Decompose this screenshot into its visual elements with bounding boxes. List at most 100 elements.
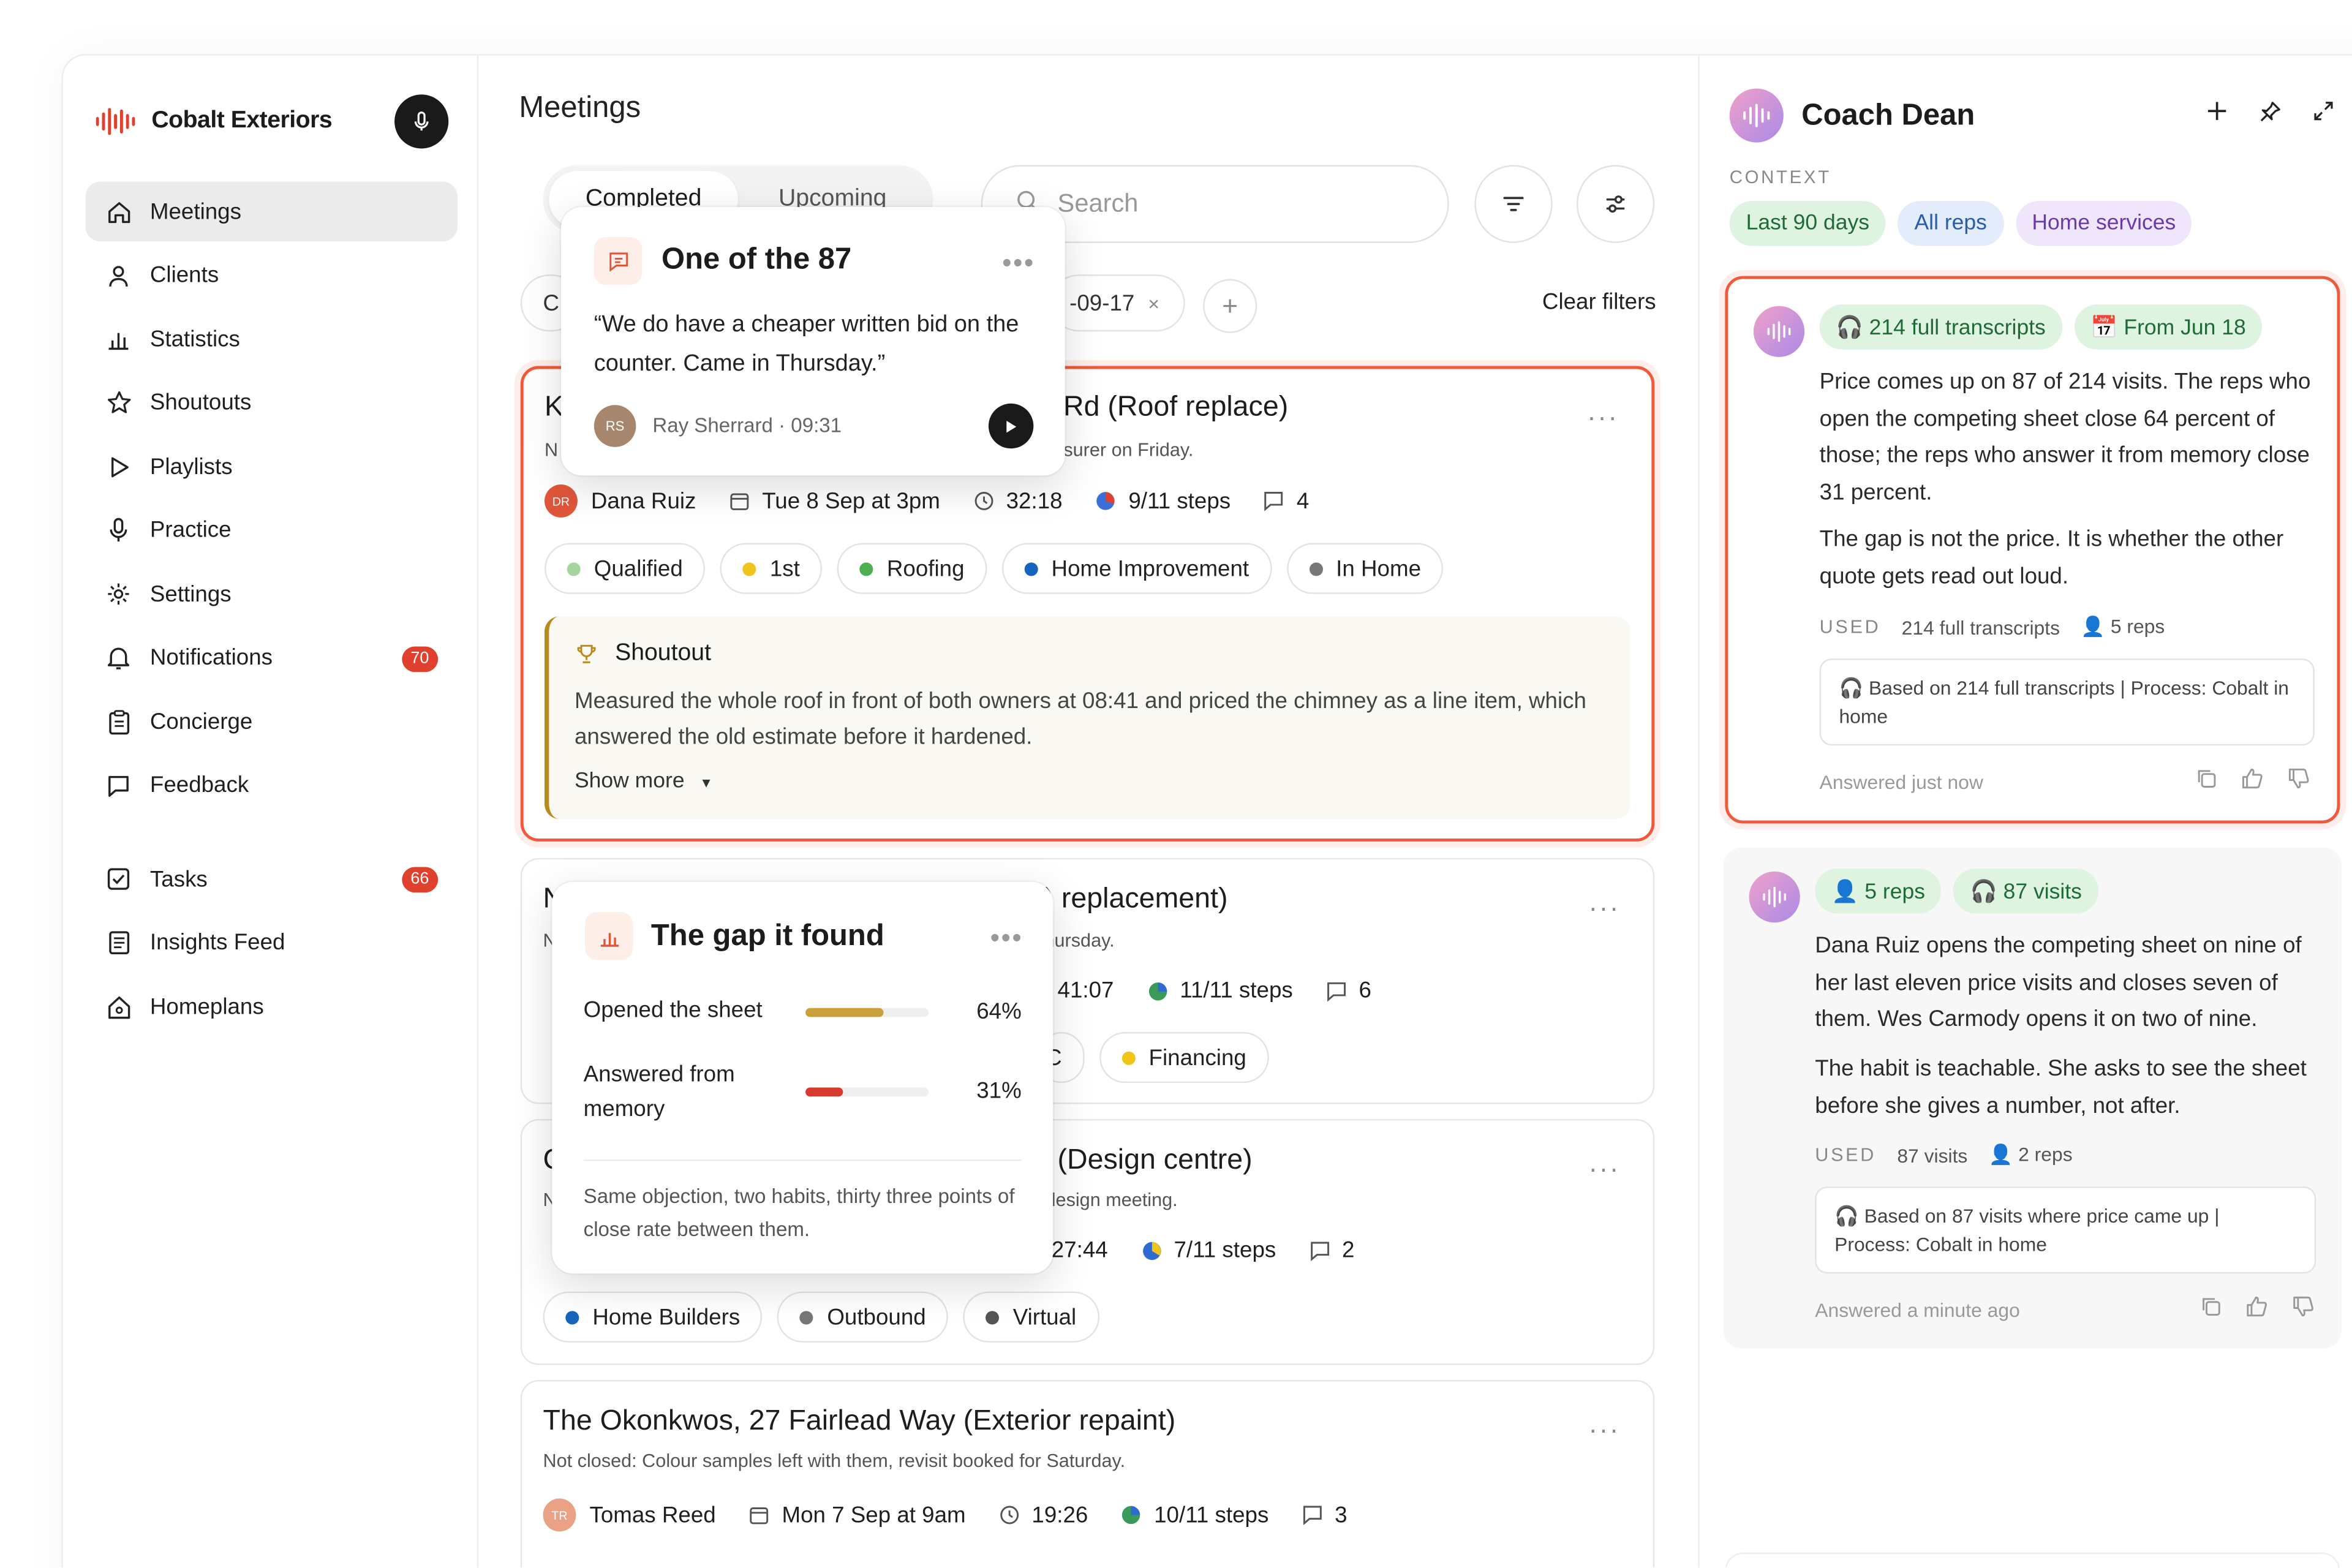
tag[interactable]: Home Improvement [1001, 543, 1272, 594]
clock-icon [973, 491, 994, 511]
bar-chart-icon [585, 911, 633, 960]
tag-dot [859, 562, 873, 576]
coach-answer: 🎧 214 full transcripts 📅 From Jun 18 Pri… [1725, 276, 2340, 824]
tag[interactable]: 1st [720, 543, 823, 594]
play-button[interactable] [988, 403, 1034, 449]
sidebar-item-meetings[interactable]: Meetings [85, 181, 458, 242]
trophy-icon [577, 644, 596, 663]
settings-sliders-button[interactable] [1576, 165, 1655, 243]
notification-count-badge: 70 [401, 646, 439, 671]
plus-icon[interactable] [2190, 100, 2244, 123]
source-pill[interactable]: 📅 From Jun 18 [2074, 304, 2263, 350]
copy-icon[interactable] [2196, 768, 2217, 789]
meeting-tags: C Financing [1038, 1031, 1284, 1084]
more-options-icon[interactable]: ••• [1002, 247, 1035, 279]
source-box[interactable]: 🎧 Based on 214 full transcripts | Proces… [1819, 658, 2315, 746]
comment-icon [1326, 980, 1347, 1001]
tag-label: In Home [1336, 556, 1422, 581]
caret-down-icon: ▼ [699, 775, 714, 791]
thumbs-down-icon[interactable] [2292, 1296, 2315, 1317]
sidebar-item-label: Practice [149, 517, 232, 543]
rep-name: Tomas Reed [589, 1502, 716, 1528]
source-pill[interactable]: 🎧 214 full transcripts [1819, 304, 2062, 350]
expand-icon[interactable] [2296, 100, 2350, 123]
meeting-title: ) replacement) [1044, 883, 1228, 915]
tag[interactable]: In Home [1286, 543, 1444, 594]
source-pill[interactable]: 👤 5 reps [1815, 868, 1942, 914]
answer-text: The habit is teachable. She asks to see … [1815, 1056, 2307, 1118]
sidebar-toggle-icon[interactable] [2350, 100, 2352, 123]
tag[interactable]: Qualified [544, 543, 706, 594]
show-more-label: Show more [574, 769, 685, 794]
sidebar-item-playlists[interactable]: Playlists [86, 437, 458, 497]
sidebar-item-notifications[interactable]: Notifications 70 [86, 628, 458, 688]
tag[interactable]: Financing [1099, 1031, 1269, 1084]
clear-filters-link[interactable]: Clear filters [1542, 290, 1656, 315]
meeting-date: Tue 8 Sep at 3pm [762, 488, 940, 514]
tag[interactable]: Home Builders [543, 1291, 763, 1343]
calendar-icon [729, 491, 750, 511]
mic-icon [414, 111, 429, 131]
progress-fill [805, 1087, 844, 1097]
sidebar-item-insights-feed[interactable]: Insights Feed [86, 913, 458, 973]
copy-icon[interactable] [2201, 1296, 2222, 1317]
avatar: TR [543, 1498, 576, 1532]
rep-name: Dana Ruiz [590, 488, 696, 514]
tag[interactable]: Roofing [837, 543, 987, 594]
feed-icon [105, 929, 132, 956]
date-filter-chip[interactable]: -09-17 × [1050, 274, 1185, 332]
house-icon [105, 993, 132, 1020]
pin-icon[interactable] [2243, 100, 2296, 123]
show-more-button[interactable]: Show more ▼ [575, 769, 713, 793]
meeting-duration: 27:44 [1051, 1237, 1108, 1264]
context-chip[interactable]: Last 90 days [1729, 201, 1886, 246]
tag[interactable]: Outbound [777, 1291, 949, 1343]
source-pill[interactable]: 🎧 87 visits [1953, 868, 2098, 914]
more-options-icon[interactable]: ··· [1589, 1414, 1620, 1446]
source-box[interactable]: 🎧 Based on 87 visits where price came up… [1815, 1186, 2316, 1274]
used-value: 214 full transcripts [1901, 616, 2060, 639]
sort-button[interactable] [1474, 165, 1553, 243]
voice-button[interactable] [394, 94, 449, 149]
answer-used: USED 87 visits 👤 2 reps [1815, 1143, 2072, 1167]
more-options-icon[interactable]: ··· [1589, 1153, 1620, 1185]
context-chip[interactable]: All reps [1898, 201, 2003, 246]
meeting-meta: 27:44 7/11 steps 2 [1052, 1237, 1355, 1263]
sidebar-item-practice[interactable]: Practice [86, 500, 458, 560]
meeting-title: (Design centre) [1057, 1144, 1253, 1177]
context-chip[interactable]: Home services [2015, 201, 2193, 246]
sidebar-item-settings[interactable]: Settings [86, 564, 458, 624]
clock-icon [999, 1504, 1020, 1525]
progress-pie-icon [1121, 1504, 1142, 1525]
brand[interactable]: Cobalt Exteriors [94, 97, 333, 145]
coach-input-area[interactable] [1725, 1552, 2340, 1568]
meeting-title: The Okonkwos, 27 Fairlead Way (Exterior … [543, 1405, 1176, 1438]
add-filter-button[interactable]: + [1203, 279, 1257, 333]
sidebar-item-homeplans[interactable]: Homeplans [86, 976, 458, 1036]
close-icon[interactable]: × [1148, 292, 1159, 314]
thumbs-up-icon[interactable] [2241, 768, 2264, 789]
meeting-date: Mon 7 Sep at 9am [782, 1502, 966, 1528]
thumbs-up-icon[interactable] [2245, 1296, 2268, 1317]
more-options-icon[interactable]: ··· [1589, 892, 1620, 924]
meeting-meta: TR Tomas Reed Mon 7 Sep at 9am 19:26 10/… [543, 1498, 1348, 1532]
waveform-icon [1763, 886, 1787, 908]
sidebar-item-concierge[interactable]: Concierge [86, 692, 458, 752]
answer-timestamp: Answered just now [1819, 771, 1983, 794]
meeting-card[interactable]: The Okonkwos, 27 Fairlead Way (Exterior … [520, 1380, 1655, 1568]
sidebar-item-tasks[interactable]: Tasks 66 [86, 849, 458, 909]
more-options-icon[interactable]: ••• [990, 922, 1023, 954]
sidebar-item-statistics[interactable]: Statistics [86, 309, 458, 369]
brand-name: Cobalt Exteriors [151, 108, 333, 134]
sidebar-item-clients[interactable]: Clients [86, 245, 458, 305]
more-options-icon[interactable]: ··· [1587, 402, 1618, 433]
thumbs-down-icon[interactable] [2288, 768, 2310, 789]
sidebar-item-feedback[interactable]: Feedback [86, 755, 458, 815]
sidebar-item-shoutouts[interactable]: Shoutouts [86, 373, 458, 433]
tag-label: Roofing [886, 556, 965, 581]
tag-label: 1st [769, 556, 800, 581]
play-icon [105, 453, 132, 480]
context-chips: Last 90 days All reps Home services [1729, 201, 2204, 246]
tag[interactable]: Virtual [963, 1291, 1099, 1343]
date-filter-label: -09-17 [1069, 290, 1135, 316]
